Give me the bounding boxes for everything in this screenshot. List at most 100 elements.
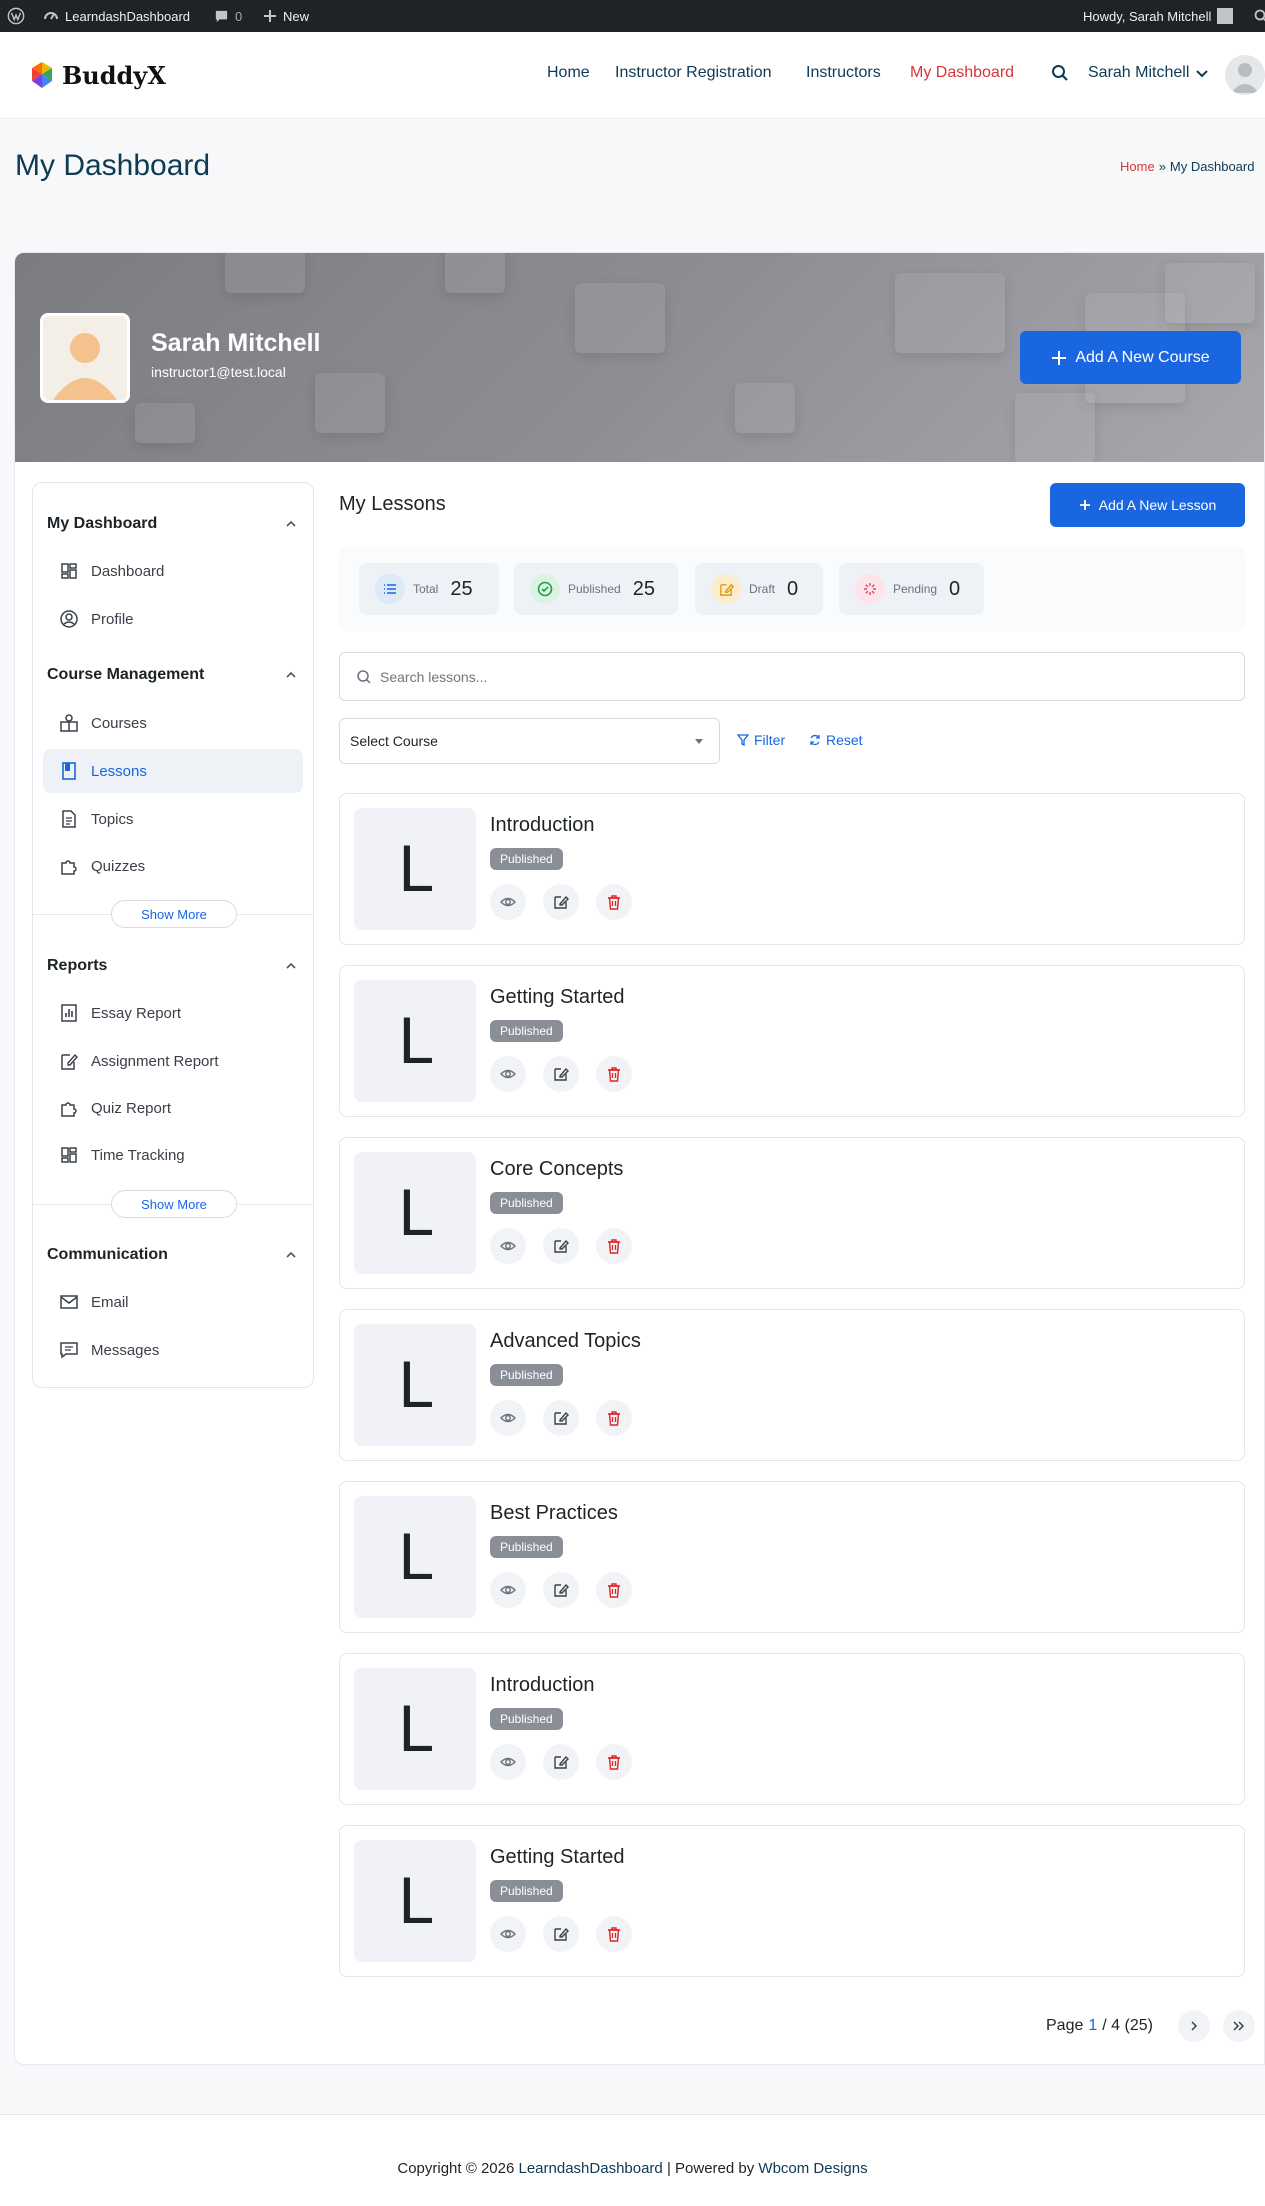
profile-avatar[interactable] — [40, 313, 130, 403]
show-more-course-management[interactable]: Show More — [111, 900, 237, 928]
delete-lesson-button[interactable] — [596, 1056, 632, 1092]
add-lesson-button[interactable]: Add A New Lesson — [1050, 483, 1245, 527]
sidebar-item-quizzes[interactable]: Quizzes — [43, 844, 303, 888]
chevron-up-icon[interactable] — [285, 960, 297, 972]
admin-new-link[interactable]: New — [263, 0, 309, 32]
header-search-icon[interactable] — [1051, 64, 1069, 82]
sidebar-item-profile[interactable]: Profile — [43, 597, 303, 641]
page-title: My Dashboard — [15, 149, 211, 182]
nav-home[interactable]: Home — [547, 64, 590, 82]
lesson-thumbnail[interactable]: L — [354, 1668, 476, 1790]
edit-lesson-button[interactable] — [543, 1572, 579, 1608]
lesson-card[interactable]: L Best Practices Published — [339, 1481, 1245, 1633]
delete-lesson-button[interactable] — [596, 1744, 632, 1780]
view-lesson-button[interactable] — [490, 1916, 526, 1952]
delete-lesson-button[interactable] — [596, 1400, 632, 1436]
add-course-button[interactable]: Add A New Course — [1020, 331, 1241, 384]
courses-icon — [60, 714, 78, 732]
lesson-card[interactable]: L Core Concepts Published — [339, 1137, 1245, 1289]
view-lesson-button[interactable] — [490, 1056, 526, 1092]
lesson-card[interactable]: L Getting Started Published — [339, 965, 1245, 1117]
lesson-title[interactable]: Getting Started — [490, 1846, 625, 1869]
lesson-thumbnail[interactable]: L — [354, 1324, 476, 1446]
view-lesson-button[interactable] — [490, 1228, 526, 1264]
lesson-card[interactable]: L Advanced Topics Published — [339, 1309, 1245, 1461]
sidebar-item-email[interactable]: Email — [43, 1280, 303, 1324]
header-avatar[interactable] — [1225, 55, 1265, 95]
lesson-title[interactable]: Getting Started — [490, 986, 625, 1009]
sidebar-item-quiz-report[interactable]: Quiz Report — [43, 1086, 303, 1130]
search-input[interactable] — [380, 665, 1220, 689]
chevron-up-icon[interactable] — [285, 518, 297, 530]
plus-icon — [1079, 500, 1090, 510]
admin-comments-link[interactable]: 0 — [214, 0, 242, 32]
buddyx-logo-icon — [32, 62, 52, 88]
sidebar-item-label: Email — [91, 1293, 129, 1311]
next-page-button[interactable] — [1178, 2010, 1210, 2042]
nav-my-dashboard[interactable]: My Dashboard — [910, 64, 1014, 82]
user-menu[interactable]: Sarah Mitchell — [1088, 64, 1209, 82]
view-lesson-button[interactable] — [490, 1400, 526, 1436]
view-lesson-button[interactable] — [490, 884, 526, 920]
lesson-title[interactable]: Introduction — [490, 814, 595, 837]
delete-lesson-button[interactable] — [596, 1228, 632, 1264]
filter-button[interactable]: Filter — [737, 732, 785, 748]
wordpress-logo-icon[interactable] — [7, 0, 25, 32]
status-badge: Published — [490, 1020, 563, 1042]
lesson-thumbnail[interactable]: L — [354, 1152, 476, 1274]
lesson-title[interactable]: Best Practices — [490, 1502, 618, 1525]
admin-search-icon[interactable] — [1254, 0, 1265, 32]
lesson-card[interactable]: L Getting Started Published — [339, 1825, 1245, 1977]
edit-lesson-button[interactable] — [543, 884, 579, 920]
lesson-thumbnail[interactable]: L — [354, 808, 476, 930]
edit-lesson-button[interactable] — [543, 1056, 579, 1092]
reset-button[interactable]: Reset — [809, 732, 863, 748]
pagination-total: / 4 (25) — [1102, 2017, 1153, 2034]
edit-lesson-button[interactable] — [543, 1744, 579, 1780]
sidebar-item-lessons[interactable]: Lessons — [43, 749, 303, 793]
lesson-thumbnail[interactable]: L — [354, 1840, 476, 1962]
lesson-title[interactable]: Introduction — [490, 1674, 595, 1697]
footer-site-link[interactable]: LearndashDashboard — [519, 2160, 663, 2177]
lesson-search[interactable] — [339, 652, 1245, 701]
lesson-title[interactable]: Advanced Topics — [490, 1330, 641, 1353]
sidebar-item-messages[interactable]: Messages — [43, 1328, 303, 1372]
sidebar-item-courses[interactable]: Courses — [43, 701, 303, 745]
edit-lesson-button[interactable] — [543, 1916, 579, 1952]
sidebar-item-topics[interactable]: Topics — [43, 797, 303, 841]
delete-lesson-button[interactable] — [596, 884, 632, 920]
view-lesson-button[interactable] — [490, 1572, 526, 1608]
lesson-thumbnail[interactable]: L — [354, 980, 476, 1102]
view-lesson-button[interactable] — [490, 1744, 526, 1780]
sidebar-item-time-tracking[interactable]: Time Tracking — [43, 1133, 303, 1177]
lesson-card[interactable]: L Introduction Published — [339, 1653, 1245, 1805]
nav-instructor-registration[interactable]: Instructor Registration — [615, 64, 772, 82]
nav-instructors[interactable]: Instructors — [806, 64, 881, 82]
breadcrumb-home[interactable]: Home — [1120, 159, 1155, 174]
chevron-up-icon[interactable] — [285, 669, 297, 681]
lesson-thumbnail[interactable]: L — [354, 1496, 476, 1618]
site-logo[interactable]: BuddyX — [26, 59, 166, 91]
admin-account-link[interactable]: Howdy, Sarah Mitchell — [1083, 0, 1234, 32]
edit-lesson-button[interactable] — [543, 1228, 579, 1264]
lesson-card[interactable]: L Introduction Published — [339, 793, 1245, 945]
sidebar-item-assignment-report[interactable]: Assignment Report — [43, 1039, 303, 1083]
edit-lesson-button[interactable] — [543, 1400, 579, 1436]
chevron-up-icon[interactable] — [285, 1249, 297, 1261]
stat-value: 25 — [632, 577, 655, 600]
sidebar-item-dashboard[interactable]: Dashboard — [43, 549, 303, 593]
last-page-button[interactable] — [1223, 2010, 1255, 2042]
chevron-right-icon — [1191, 2021, 1198, 2031]
show-more-reports[interactable]: Show More — [111, 1190, 237, 1218]
delete-lesson-button[interactable] — [596, 1916, 632, 1952]
edit-icon — [554, 1755, 569, 1769]
sidebar-item-essay-report[interactable]: Essay Report — [43, 991, 303, 1035]
status-badge: Published — [490, 1880, 563, 1902]
course-select[interactable]: Select Course — [339, 718, 720, 764]
lesson-title[interactable]: Core Concepts — [490, 1158, 623, 1181]
comment-icon — [215, 10, 228, 22]
edit-icon — [554, 1583, 569, 1597]
admin-site-link[interactable]: LearndashDashboard — [43, 0, 190, 32]
footer-company-link[interactable]: Wbcom Designs — [758, 2160, 867, 2177]
delete-lesson-button[interactable] — [596, 1572, 632, 1608]
